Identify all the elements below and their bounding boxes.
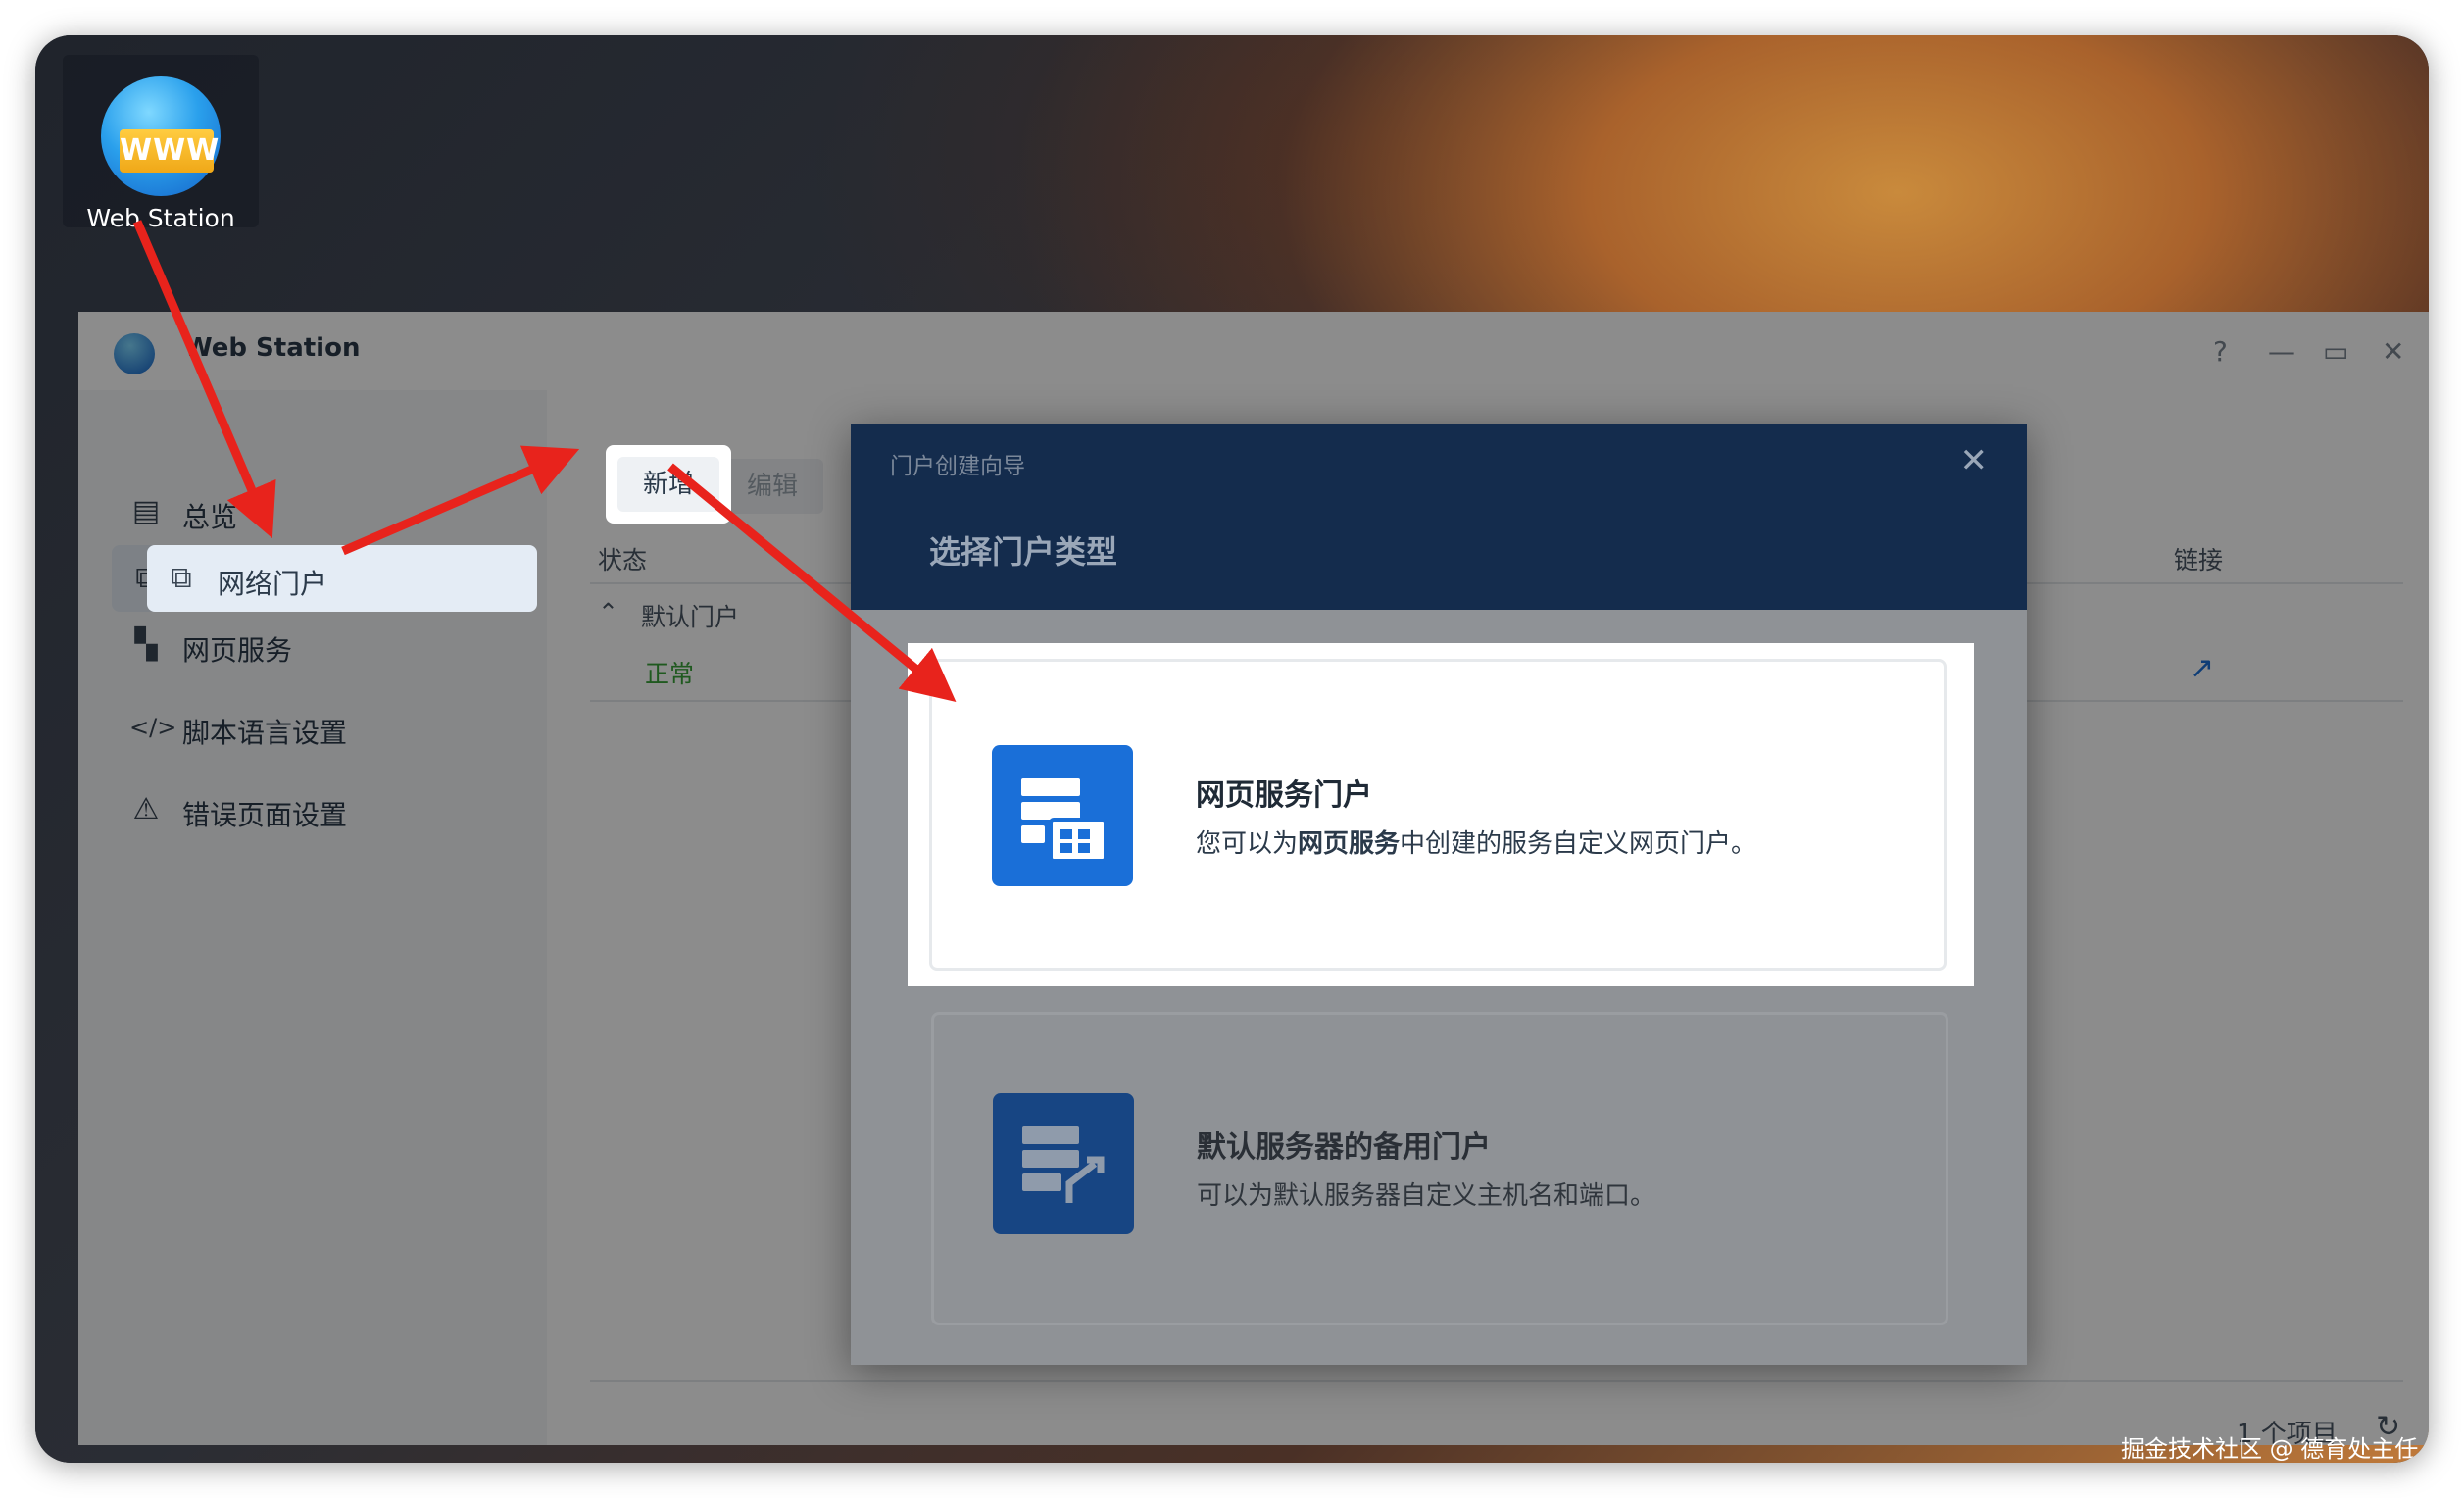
arrow-to-portal	[132, 220, 276, 539]
arrow-to-add	[341, 445, 580, 556]
screenshot-frame: WWW Web Station Web Station ? — ▭ ✕ ▤ 总览…	[35, 35, 2429, 1463]
watermark: 掘金技术社区 @ 德育处主任	[2121, 1435, 2419, 1463]
annotation-arrows	[132, 220, 957, 703]
arrow-to-option	[667, 463, 957, 703]
